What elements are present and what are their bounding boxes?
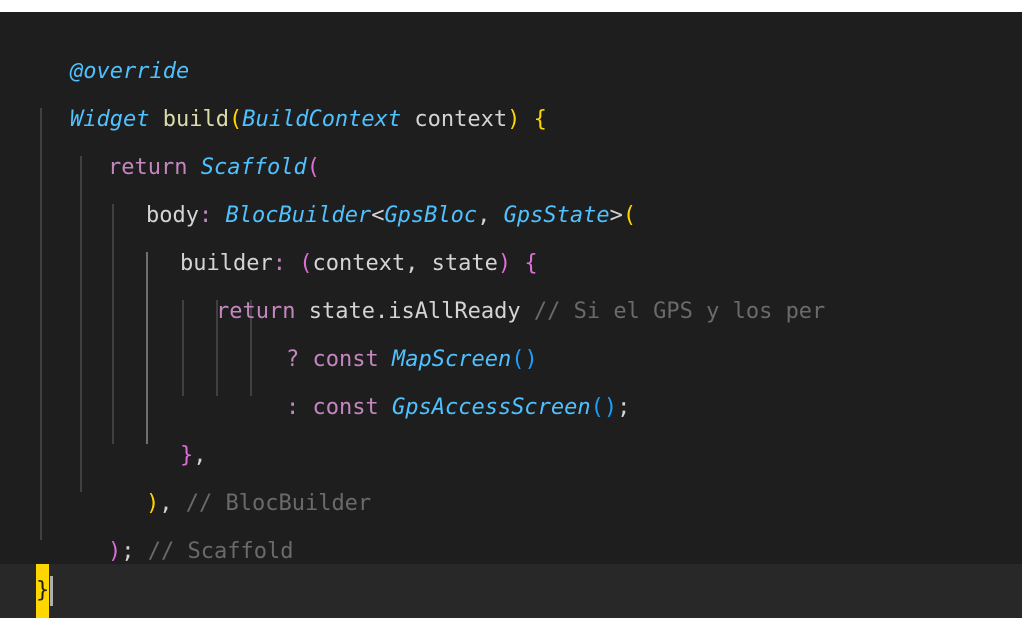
colon: : bbox=[272, 251, 300, 276]
matched-brace: } bbox=[36, 564, 50, 618]
class-blocbuilder: BlocBuilder bbox=[225, 203, 372, 228]
open-paren: ( bbox=[299, 251, 313, 276]
keyword-const: const bbox=[312, 347, 379, 372]
code-line-7[interactable]: ? const MapScreen() bbox=[0, 336, 1022, 384]
open-paren: ( bbox=[622, 203, 637, 228]
semicolon: ; bbox=[121, 539, 135, 564]
comment: // Scaffold bbox=[134, 539, 294, 564]
close-brace: } bbox=[180, 443, 194, 468]
close-paren: ) bbox=[507, 107, 521, 132]
code-line-5[interactable]: builder: (context, state) { bbox=[0, 240, 1022, 288]
property-builder: builder bbox=[180, 251, 273, 276]
ternary-question: ? bbox=[286, 347, 313, 372]
comma: , bbox=[159, 491, 173, 516]
code-line-1[interactable]: @override bbox=[0, 48, 1022, 96]
class-gpsaccessscreen: GpsAccessScreen bbox=[391, 395, 591, 420]
comment: // BlocBuilder bbox=[172, 491, 372, 516]
close-paren: ) bbox=[146, 491, 160, 516]
return-type: Widget bbox=[70, 107, 150, 132]
property-body: body bbox=[146, 203, 199, 228]
annotation-override: @override bbox=[70, 59, 190, 84]
generic-close: > bbox=[609, 203, 623, 228]
code-line-2[interactable]: Widget build(BuildContext context) { bbox=[0, 96, 1022, 144]
keyword-const: const bbox=[312, 395, 379, 420]
method-name: build bbox=[162, 107, 229, 132]
code-line-4[interactable]: body: BlocBuilder<GpsBloc, GpsState>( bbox=[0, 192, 1022, 240]
generic-open: < bbox=[371, 203, 385, 228]
comment: // Si el GPS y los per bbox=[533, 299, 826, 324]
code-line-3[interactable]: return Scaffold( bbox=[0, 144, 1022, 192]
open-paren: ( bbox=[306, 155, 320, 180]
generic-type-2: GpsState bbox=[503, 203, 610, 228]
semicolon: ; bbox=[617, 395, 631, 420]
expression: state.isAllReady bbox=[295, 299, 534, 324]
parens: () bbox=[590, 395, 618, 420]
param-type: BuildContext bbox=[242, 107, 402, 132]
ternary-colon: : bbox=[286, 395, 313, 420]
code-line-9[interactable]: }, bbox=[0, 432, 1022, 480]
comma: , bbox=[477, 203, 504, 228]
close-paren: ) bbox=[108, 539, 122, 564]
code-editor[interactable]: @override Widget build(BuildContext cont… bbox=[0, 12, 1022, 618]
param-name: context bbox=[401, 107, 508, 132]
generic-type-1: GpsBloc bbox=[384, 203, 478, 228]
parens: () bbox=[511, 347, 538, 372]
screenshot-canvas: @override Widget build(BuildContext cont… bbox=[0, 0, 1022, 630]
open-brace: { bbox=[511, 251, 538, 276]
code-line-10[interactable]: ), // BlocBuilder bbox=[0, 480, 1022, 528]
code-line-6[interactable]: return state.isAllReady // Si el GPS y l… bbox=[0, 288, 1022, 336]
class-scaffold: Scaffold bbox=[200, 155, 307, 180]
code-line-13-current[interactable]: } bbox=[0, 564, 1022, 618]
open-brace: { bbox=[520, 107, 547, 132]
comma: , bbox=[193, 443, 207, 468]
code-line-8[interactable]: : const GpsAccessScreen(); bbox=[0, 384, 1022, 432]
close-paren: ) bbox=[497, 251, 512, 276]
text-cursor bbox=[50, 576, 53, 606]
keyword-return: return bbox=[108, 155, 188, 180]
colon: : bbox=[198, 203, 226, 228]
callback-params: context, state bbox=[312, 251, 498, 276]
class-mapscreen: MapScreen bbox=[391, 347, 512, 372]
open-paren: ( bbox=[228, 107, 243, 132]
keyword-return: return bbox=[216, 299, 296, 324]
